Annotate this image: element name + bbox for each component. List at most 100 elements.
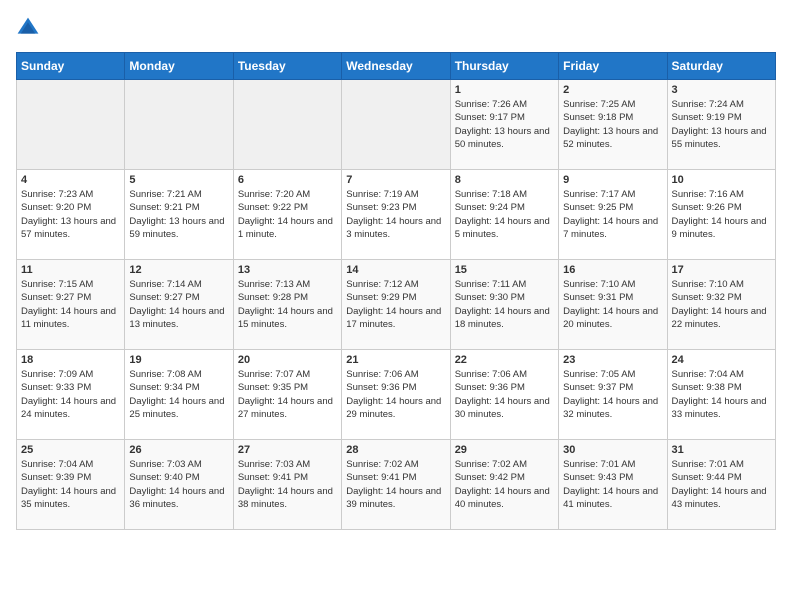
daylight-text: Daylight: 14 hours and 25 minutes. [129, 396, 224, 420]
calendar-cell: 18Sunrise: 7:09 AMSunset: 9:33 PMDayligh… [17, 350, 125, 440]
calendar-cell: 30Sunrise: 7:01 AMSunset: 9:43 PMDayligh… [559, 440, 667, 530]
sunrise-text: Sunrise: 7:05 AM [563, 369, 635, 380]
calendar-cell: 13Sunrise: 7:13 AMSunset: 9:28 PMDayligh… [233, 260, 341, 350]
cell-info: Sunrise: 7:10 AMSunset: 9:32 PMDaylight:… [672, 278, 771, 331]
daylight-text: Daylight: 14 hours and 24 minutes. [21, 396, 116, 420]
sunrise-text: Sunrise: 7:10 AM [672, 279, 744, 290]
daylight-text: Daylight: 13 hours and 59 minutes. [129, 216, 224, 240]
daylight-text: Daylight: 13 hours and 57 minutes. [21, 216, 116, 240]
sunset-text: Sunset: 9:37 PM [563, 382, 633, 393]
day-number: 26 [129, 444, 228, 456]
sunset-text: Sunset: 9:28 PM [238, 292, 308, 303]
calendar-header: SundayMondayTuesdayWednesdayThursdayFrid… [17, 53, 776, 80]
calendar-table: SundayMondayTuesdayWednesdayThursdayFrid… [16, 52, 776, 530]
daylight-text: Daylight: 13 hours and 55 minutes. [672, 126, 767, 150]
sunset-text: Sunset: 9:20 PM [21, 202, 91, 213]
sunrise-text: Sunrise: 7:10 AM [563, 279, 635, 290]
calendar-cell [125, 80, 233, 170]
calendar-body: 1Sunrise: 7:26 AMSunset: 9:17 PMDaylight… [17, 80, 776, 530]
sunset-text: Sunset: 9:42 PM [455, 472, 525, 483]
sunset-text: Sunset: 9:40 PM [129, 472, 199, 483]
cell-info: Sunrise: 7:18 AMSunset: 9:24 PMDaylight:… [455, 188, 554, 241]
calendar-cell: 20Sunrise: 7:07 AMSunset: 9:35 PMDayligh… [233, 350, 341, 440]
daylight-text: Daylight: 14 hours and 3 minutes. [346, 216, 441, 240]
day-number: 13 [238, 264, 337, 276]
sunset-text: Sunset: 9:33 PM [21, 382, 91, 393]
day-number: 16 [563, 264, 662, 276]
day-number: 24 [672, 354, 771, 366]
calendar-cell: 5Sunrise: 7:21 AMSunset: 9:21 PMDaylight… [125, 170, 233, 260]
cell-info: Sunrise: 7:09 AM Sunset: 9:33 PM Daylight:… [21, 368, 120, 421]
calendar-cell: 4Sunrise: 7:23 AMSunset: 9:20 PMDaylight… [17, 170, 125, 260]
daylight-text: Daylight: 14 hours and 17 minutes. [346, 306, 441, 330]
sunset-text: Sunset: 9:21 PM [129, 202, 199, 213]
cell-info: Sunrise: 7:04 AMSunset: 9:39 PMDaylight:… [21, 458, 120, 511]
sunset-text: Sunset: 9:29 PM [346, 292, 416, 303]
sunrise-text: Sunrise: 7:18 AM [455, 189, 527, 200]
cell-info: Sunrise: 7:02 AMSunset: 9:41 PMDaylight:… [346, 458, 445, 511]
header-tuesday: Tuesday [233, 53, 341, 80]
sunset-text: Sunset: 9:24 PM [455, 202, 525, 213]
sunset-text: Sunset: 9:27 PM [129, 292, 199, 303]
day-number: 12 [129, 264, 228, 276]
sunrise-text: Sunrise: 7:24 AM [672, 99, 744, 110]
sunrise-text: Sunrise: 7:23 AM [21, 189, 93, 200]
day-number: 23 [563, 354, 662, 366]
calendar-cell: 21Sunrise: 7:06 AMSunset: 9:36 PMDayligh… [342, 350, 450, 440]
day-number: 6 [238, 174, 337, 186]
calendar-cell: 6Sunrise: 7:20 AMSunset: 9:22 PMDaylight… [233, 170, 341, 260]
calendar-cell: 19Sunrise: 7:08 AMSunset: 9:34 PMDayligh… [125, 350, 233, 440]
sunset-text: Sunset: 9:18 PM [563, 112, 633, 123]
cell-info: Sunrise: 7:03 AMSunset: 9:40 PMDaylight:… [129, 458, 228, 511]
page-header [16, 16, 776, 40]
sunrise-text: Sunrise: 7:06 AM [346, 369, 418, 380]
sunrise-text: Sunrise: 7:06 AM [455, 369, 527, 380]
daylight-text: Daylight: 14 hours and 41 minutes. [563, 486, 658, 510]
day-number: 2 [563, 84, 662, 96]
daylight-text: Daylight: 14 hours and 40 minutes. [455, 486, 550, 510]
sunset-text: Sunset: 9:22 PM [238, 202, 308, 213]
week-row-1: 1Sunrise: 7:26 AMSunset: 9:17 PMDaylight… [17, 80, 776, 170]
calendar-cell: 31Sunrise: 7:01 AMSunset: 9:44 PMDayligh… [667, 440, 775, 530]
sunset-text: Sunset: 9:39 PM [21, 472, 91, 483]
calendar-cell: 3Sunrise: 7:24 AMSunset: 9:19 PMDaylight… [667, 80, 775, 170]
sunrise-text: Sunrise: 7:09 AM [21, 369, 93, 380]
daylight-text: Daylight: 14 hours and 11 minutes. [21, 306, 116, 330]
calendar-cell [342, 80, 450, 170]
sunset-text: Sunset: 9:32 PM [672, 292, 742, 303]
calendar-cell: 25Sunrise: 7:04 AMSunset: 9:39 PMDayligh… [17, 440, 125, 530]
header-sunday: Sunday [17, 53, 125, 80]
header-friday: Friday [559, 53, 667, 80]
sunset-text: Sunset: 9:31 PM [563, 292, 633, 303]
cell-info: Sunrise: 7:17 AMSunset: 9:25 PMDaylight:… [563, 188, 662, 241]
cell-info: Sunrise: 7:15 AM Sunset: 9:27 PM Daylight:… [21, 278, 120, 331]
calendar-cell: 9 Sunrise: 7:17 AMSunset: 9:25 PMDaylight… [559, 170, 667, 260]
calendar-cell: 2Sunrise: 7:25 AMSunset: 9:18 PMDaylight… [559, 80, 667, 170]
logo [16, 16, 44, 40]
sunrise-text: Sunrise: 7:13 AM [238, 279, 310, 290]
day-number: 31 [672, 444, 771, 456]
sunrise-text: Sunrise: 7:25 AM [563, 99, 635, 110]
sunset-text: Sunset: 9:27 PM [21, 292, 91, 303]
cell-info: Sunrise: 7:24 AM Sunset: 9:19 PM Daylight:… [672, 98, 771, 151]
cell-info: Sunrise: 7:19 AMSunset: 9:23 PMDaylight:… [346, 188, 445, 241]
sunrise-text: Sunrise: 7:08 AM [129, 369, 201, 380]
day-number: 9 [563, 174, 662, 186]
sunset-text: Sunset: 9:34 PM [129, 382, 199, 393]
day-number: 11 [21, 264, 120, 276]
cell-info: Sunrise: 7:08 AM Sunset: 9:34 PM Daylight:… [129, 368, 228, 421]
daylight-text: Daylight: 14 hours and 1 minute. [238, 216, 333, 240]
sunset-text: Sunset: 9:17 PM [455, 112, 525, 123]
sunrise-text: Sunrise: 7:01 AM [563, 459, 635, 470]
daylight-text: Daylight: 14 hours and 38 minutes. [238, 486, 333, 510]
daylight-text: Daylight: 14 hours and 32 minutes. [563, 396, 658, 420]
sunrise-text: Sunrise: 7:15 AM [21, 279, 93, 290]
week-row-4: 18Sunrise: 7:09 AMSunset: 9:33 PMDayligh… [17, 350, 776, 440]
sunset-text: Sunset: 9:41 PM [346, 472, 416, 483]
cell-info: Sunrise: 7:23 AM Sunset: 9:20 PM Daylight:… [21, 188, 120, 241]
sunrise-text: Sunrise: 7:02 AM [455, 459, 527, 470]
sunset-text: Sunset: 9:26 PM [672, 202, 742, 213]
calendar-cell: 11 Sunrise: 7:15 AM Sunset: 9:27 PM Dayligh… [17, 260, 125, 350]
sunset-text: Sunset: 9:19 PM [672, 112, 742, 123]
cell-info: Sunrise: 7:07 AMSunset: 9:35 PMDaylight:… [238, 368, 337, 421]
